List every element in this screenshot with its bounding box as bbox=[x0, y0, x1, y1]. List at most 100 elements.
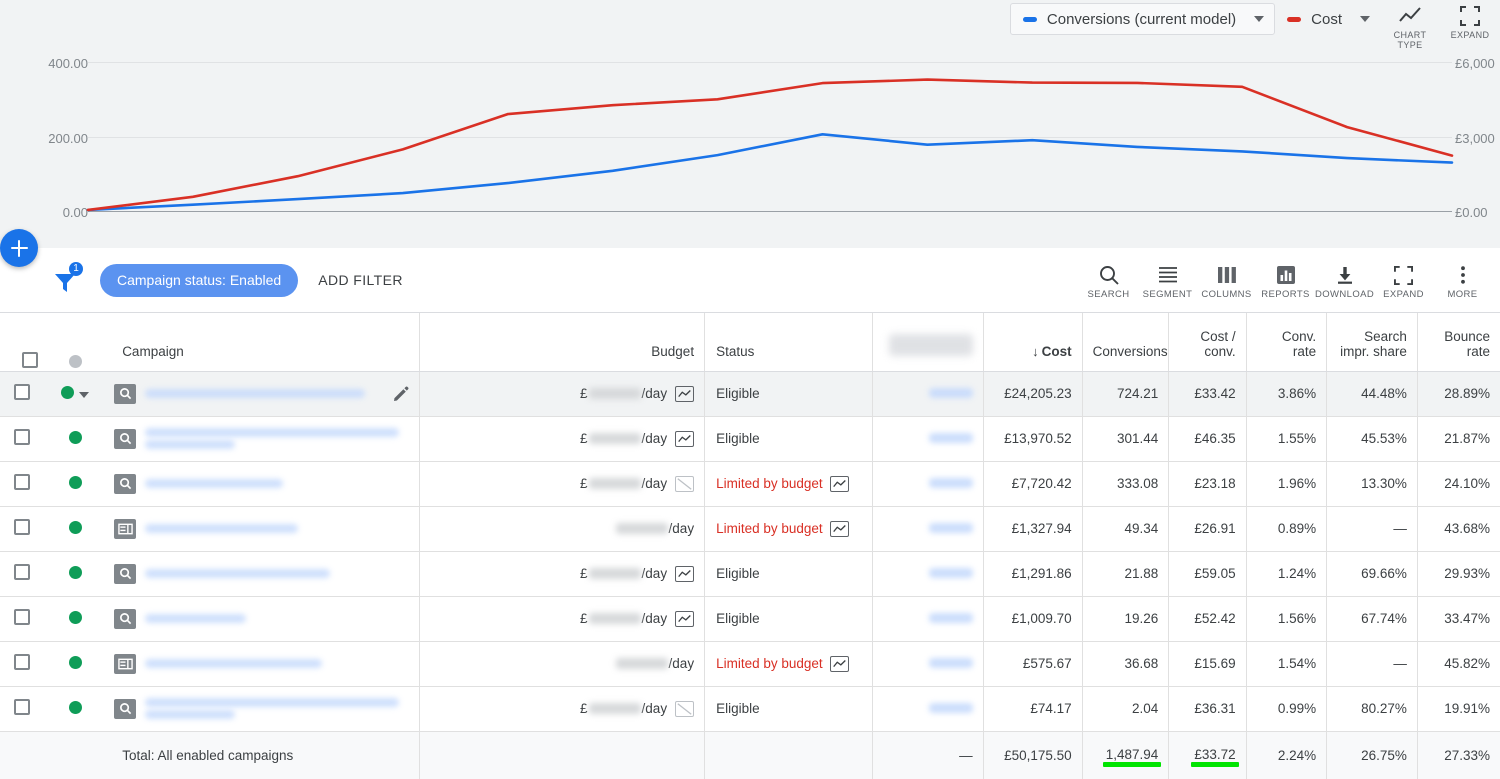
chart-line-conversions bbox=[88, 134, 1452, 210]
table-row[interactable]: £/dayEligible£24,205.23724.21£33.423.86%… bbox=[0, 371, 1500, 416]
table-row[interactable]: /dayLimited by budget£1,327.9449.34£26.9… bbox=[0, 506, 1500, 551]
campaign-enabled-dot-icon[interactable] bbox=[69, 431, 82, 444]
campaign-cell[interactable] bbox=[104, 596, 420, 641]
campaign-cell[interactable] bbox=[104, 416, 420, 461]
campaign-cell[interactable] bbox=[104, 551, 420, 596]
reports-button[interactable]: REPORTS bbox=[1256, 260, 1315, 300]
budget-cell[interactable]: £/day bbox=[420, 596, 705, 641]
budget-trend-icon[interactable] bbox=[675, 566, 694, 582]
expand-button[interactable]: EXPAND bbox=[1374, 260, 1433, 300]
search-impr-share-cell: 44.48% bbox=[1327, 371, 1418, 416]
header-select-all-cell bbox=[0, 313, 46, 371]
select-all-checkbox[interactable] bbox=[22, 352, 38, 368]
header-search-impr-share[interactable]: Search impr. share bbox=[1327, 313, 1418, 371]
row-select-cell bbox=[0, 641, 46, 686]
header-redacted-metric[interactable] bbox=[873, 313, 983, 371]
campaign-enabled-dot-icon[interactable] bbox=[69, 566, 82, 579]
row-checkbox[interactable] bbox=[14, 699, 30, 715]
budget-trend-icon-disabled[interactable] bbox=[675, 476, 694, 492]
table-row[interactable]: £/dayEligible£1,291.8621.88£59.051.24%69… bbox=[0, 551, 1500, 596]
edit-pencil-icon[interactable] bbox=[393, 386, 409, 402]
conversions-cell: 36.68 bbox=[1082, 641, 1169, 686]
budget-suffix: /day bbox=[669, 656, 695, 671]
row-checkbox[interactable] bbox=[14, 519, 30, 535]
header-search-impr-share-line1: Search bbox=[1337, 329, 1407, 344]
performance-chart-panel: Conversions (current model) Cost CHART T… bbox=[0, 0, 1500, 248]
header-bounce-rate[interactable]: Bounce rate bbox=[1417, 313, 1500, 371]
columns-button[interactable]: COLUMNS bbox=[1197, 260, 1256, 300]
chart-type-button[interactable]: CHART TYPE bbox=[1380, 0, 1440, 50]
header-campaign[interactable]: Campaign bbox=[104, 313, 420, 371]
header-cost[interactable]: ↓Cost bbox=[983, 313, 1082, 371]
table-row[interactable]: £/dayEligible£1,009.7019.26£52.421.56%67… bbox=[0, 596, 1500, 641]
cost-per-conv-cell: £36.31 bbox=[1169, 686, 1246, 731]
budget-cell[interactable]: £/day bbox=[420, 416, 705, 461]
row-status-cell bbox=[46, 371, 104, 416]
campaign-enabled-dot-icon[interactable] bbox=[69, 521, 82, 534]
download-button[interactable]: DOWNLOAD bbox=[1315, 260, 1374, 300]
status-trend-icon[interactable] bbox=[830, 476, 849, 492]
campaign-cell[interactable] bbox=[104, 641, 420, 686]
budget-trend-icon[interactable] bbox=[675, 386, 694, 402]
budget-amount-redacted: £/day bbox=[580, 566, 667, 581]
header-budget[interactable]: Budget bbox=[420, 313, 705, 371]
row-select-cell bbox=[0, 461, 46, 506]
row-checkbox[interactable] bbox=[14, 654, 30, 670]
header-cost-per-conv[interactable]: Cost / conv. bbox=[1169, 313, 1246, 371]
active-filter-chip[interactable]: Campaign status: Enabled bbox=[100, 264, 298, 297]
budget-cell[interactable]: £/day bbox=[420, 551, 705, 596]
table-row[interactable]: £/dayLimited by budget£7,720.42333.08£23… bbox=[0, 461, 1500, 506]
conversions-cell: 19.26 bbox=[1082, 596, 1169, 641]
header-conversions[interactable]: Conversions bbox=[1082, 313, 1169, 371]
campaign-cell[interactable] bbox=[104, 461, 420, 506]
campaign-enabled-dot-icon[interactable] bbox=[69, 476, 82, 489]
budget-cell[interactable]: £/day bbox=[420, 371, 705, 416]
campaign-cell[interactable] bbox=[104, 506, 420, 551]
campaign-enabled-dot-icon[interactable] bbox=[69, 701, 82, 714]
row-checkbox[interactable] bbox=[14, 564, 30, 580]
bounce-rate-cell: 21.87% bbox=[1417, 416, 1500, 461]
table-row[interactable]: /dayLimited by budget£575.6736.68£15.691… bbox=[0, 641, 1500, 686]
campaign-cell[interactable] bbox=[104, 686, 420, 731]
budget-trend-icon[interactable] bbox=[675, 431, 694, 447]
row-checkbox[interactable] bbox=[14, 474, 30, 490]
campaign-enabled-dot-icon[interactable] bbox=[61, 386, 74, 399]
status-text: Eligible bbox=[716, 566, 760, 581]
cost-cell: £74.17 bbox=[983, 686, 1082, 731]
row-checkbox[interactable] bbox=[14, 609, 30, 625]
search-label: SEARCH bbox=[1079, 289, 1138, 300]
row-checkbox[interactable] bbox=[14, 429, 30, 445]
campaign-cell[interactable] bbox=[104, 371, 420, 416]
chart-expand-button[interactable]: EXPAND bbox=[1440, 0, 1500, 40]
chevron-down-icon[interactable] bbox=[1254, 16, 1264, 22]
budget-cell[interactable]: £/day bbox=[420, 686, 705, 731]
budget-cell[interactable]: /day bbox=[420, 641, 705, 686]
legend-metric-cost[interactable]: Cost bbox=[1275, 3, 1380, 35]
new-campaign-fab[interactable] bbox=[0, 229, 38, 267]
segment-button[interactable]: SEGMENT bbox=[1138, 260, 1197, 300]
budget-trend-icon[interactable] bbox=[675, 611, 694, 627]
header-status[interactable]: Status bbox=[705, 313, 873, 371]
row-checkbox[interactable] bbox=[14, 384, 30, 400]
chevron-down-icon[interactable] bbox=[1360, 16, 1370, 22]
status-trend-icon[interactable] bbox=[830, 521, 849, 537]
campaign-enabled-dot-icon[interactable] bbox=[69, 656, 82, 669]
budget-cell[interactable]: /day bbox=[420, 506, 705, 551]
status-filter-dot-icon[interactable] bbox=[69, 355, 82, 368]
table-row[interactable]: £/dayEligible£13,970.52301.44£46.351.55%… bbox=[0, 416, 1500, 461]
header-conv-rate[interactable]: Conv. rate bbox=[1246, 313, 1326, 371]
table-row[interactable]: £/dayEligible£74.172.04£36.310.99%80.27%… bbox=[0, 686, 1500, 731]
filter-icon[interactable]: 1 bbox=[52, 265, 86, 295]
status-trend-icon[interactable] bbox=[830, 656, 849, 672]
more-button[interactable]: MORE bbox=[1433, 260, 1492, 300]
budget-trend-icon-disabled[interactable] bbox=[675, 701, 694, 717]
legend-metric-conversions[interactable]: Conversions (current model) bbox=[1010, 3, 1275, 35]
search-button[interactable]: SEARCH bbox=[1079, 260, 1138, 300]
more-vertical-icon bbox=[1433, 262, 1492, 288]
table-body: £/dayEligible£24,205.23724.21£33.423.86%… bbox=[0, 371, 1500, 779]
budget-cell[interactable]: £/day bbox=[420, 461, 705, 506]
campaign-enabled-dot-icon[interactable] bbox=[69, 611, 82, 624]
chevron-down-icon[interactable] bbox=[79, 392, 89, 398]
add-filter-button[interactable]: ADD FILTER bbox=[318, 272, 403, 288]
bounce-rate-cell: 19.91% bbox=[1417, 686, 1500, 731]
